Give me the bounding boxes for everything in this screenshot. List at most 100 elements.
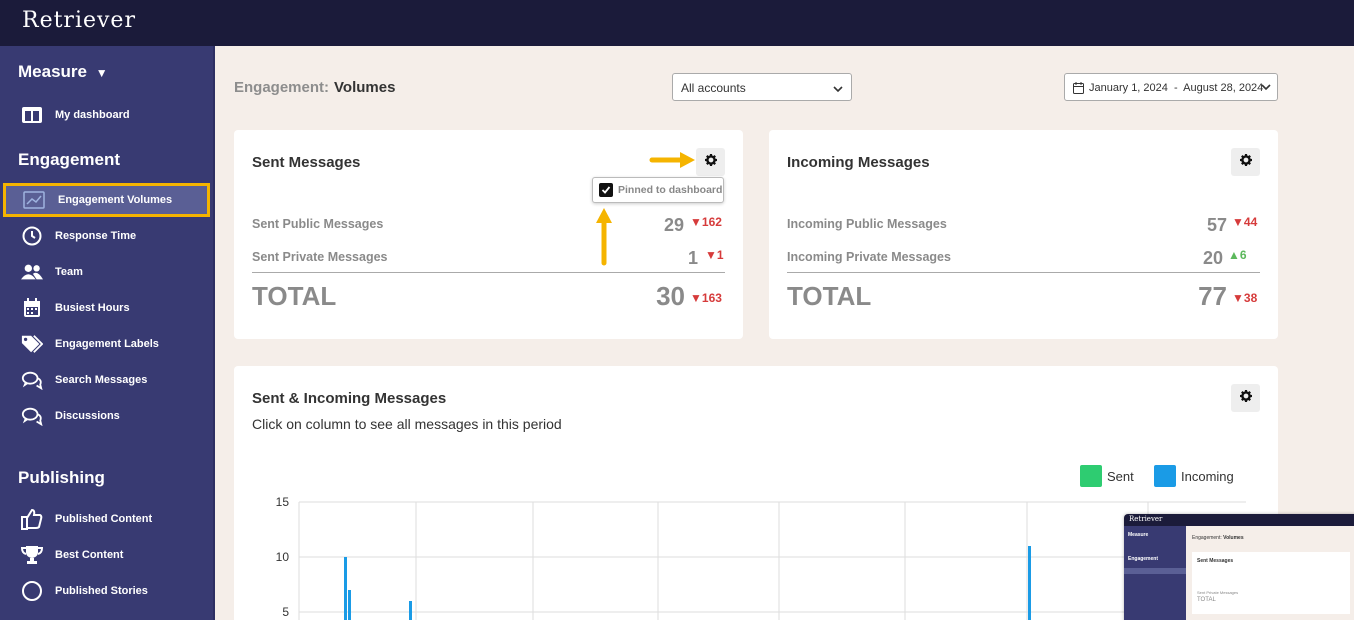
sent-public-label: Sent Public Messages xyxy=(252,217,384,231)
divider xyxy=(787,272,1260,273)
delta-value: 6 xyxy=(1239,248,1247,262)
incoming-public-value[interactable]: 57 xyxy=(1149,215,1227,236)
y-tick-label: 5 xyxy=(282,605,289,619)
thumb-sidebar: Measure Engagement xyxy=(1124,526,1186,620)
sidebar-item-best-content[interactable]: Best Content xyxy=(0,537,215,573)
triangle-down-icon: ▼ xyxy=(690,291,702,305)
sidebar-item-published-content[interactable]: Published Content xyxy=(0,501,215,537)
sent-public-delta: ▼162 xyxy=(690,215,722,229)
sidebar-item-label: My dashboard xyxy=(55,109,130,121)
chart-plot-area[interactable]: 15 10 5 xyxy=(234,486,1278,620)
page-title-main: Volumes xyxy=(334,79,396,96)
bar-incoming[interactable] xyxy=(1028,546,1031,620)
sidebar-item-published-stories[interactable]: Published Stories xyxy=(0,573,215,609)
sidebar-item-my-dashboard[interactable]: My dashboard xyxy=(0,97,215,133)
annotation-arrow-up-icon xyxy=(596,208,612,266)
incoming-card-settings-button[interactable] xyxy=(1231,148,1260,176)
incoming-total-delta: ▼38 xyxy=(1232,291,1257,305)
incoming-private-label: Incoming Private Messages xyxy=(787,250,951,264)
y-tick-label: 10 xyxy=(276,550,290,564)
chart-card-title: Sent & Incoming Messages xyxy=(252,390,447,407)
legend-incoming[interactable]: Incoming xyxy=(1154,465,1234,487)
bar-incoming[interactable] xyxy=(344,557,347,620)
pinned-checkbox[interactable] xyxy=(599,183,613,197)
circle-icon xyxy=(21,580,43,602)
calendar-icon xyxy=(1073,82,1084,97)
measure-menu[interactable]: Measure ▼ xyxy=(18,62,108,82)
gear-icon xyxy=(704,153,717,171)
incoming-total-label: TOTAL xyxy=(787,281,872,311)
sidebar-item-team[interactable]: Team xyxy=(0,254,215,290)
caret-down-icon: ▼ xyxy=(95,66,108,80)
engagement-section-heading: Engagement xyxy=(18,150,121,169)
delta-value: 162 xyxy=(701,215,722,229)
bar-incoming[interactable] xyxy=(409,601,412,620)
legend-label-incoming: Incoming xyxy=(1181,468,1234,484)
sidebar-item-label: Published Stories xyxy=(55,585,148,597)
sidebar-item-label: Published Content xyxy=(55,513,153,525)
dashboard-preview-thumbnail[interactable]: Retriever Measure Engagement Engagement:… xyxy=(1124,514,1354,620)
sent-private-value[interactable]: 1 xyxy=(614,248,698,269)
sent-card-settings-button[interactable] xyxy=(696,148,725,176)
sidebar-item-engagement-labels[interactable]: Engagement Labels xyxy=(0,326,215,362)
chart-card-subtitle: Click on column to see all messages in t… xyxy=(252,416,562,432)
chat-icon xyxy=(21,405,43,427)
delta-value: 38 xyxy=(1243,291,1258,305)
triangle-down-icon: ▼ xyxy=(1232,291,1244,305)
sent-public-value[interactable]: 29 xyxy=(614,215,684,236)
triangle-up-icon: ▲ xyxy=(1228,248,1240,262)
calendar-icon xyxy=(21,297,43,319)
page-title-prefix: Engagement: xyxy=(234,79,330,96)
divider xyxy=(252,272,725,273)
date-range-picker[interactable]: January 1, 2024 - August 28, 2024 xyxy=(1064,73,1278,101)
account-select-value: All accounts xyxy=(681,81,746,95)
delta-value: 44 xyxy=(1243,215,1258,229)
sidebar-item-label: Best Content xyxy=(55,549,124,561)
incoming-private-delta: ▲6 xyxy=(1228,248,1247,262)
check-icon xyxy=(601,186,611,194)
pinned-to-dashboard-option[interactable]: Pinned to dashboard xyxy=(592,177,724,203)
sidebar-item-label: Engagement Volumes xyxy=(58,194,173,206)
sidebar-item-response-time[interactable]: Response Time xyxy=(0,218,215,254)
bar-incoming[interactable] xyxy=(348,590,351,620)
publishing-section-heading: Publishing xyxy=(18,468,105,487)
sidebar-item-discussions[interactable]: Discussions xyxy=(0,398,215,434)
top-bar: Retriever xyxy=(0,0,1354,46)
thumb-total: TOTAL xyxy=(1197,597,1216,603)
account-select[interactable]: All accounts xyxy=(672,73,852,101)
team-icon xyxy=(21,261,43,283)
annotation-arrow-right-icon xyxy=(649,152,695,168)
tags-icon xyxy=(21,333,43,355)
dashboard-icon xyxy=(21,104,43,126)
measure-label: Measure xyxy=(18,62,87,81)
triangle-down-icon: ▼ xyxy=(1232,215,1244,229)
chart-icon xyxy=(23,189,45,211)
sidebar-item-busiest-hours[interactable]: Busiest Hours xyxy=(0,290,215,326)
sidebar-item-label: Discussions xyxy=(55,410,120,422)
date-range-text: January 1, 2024 - August 28, 2024 xyxy=(1089,82,1264,94)
sidebar: Measure ▼ My dashboard Engagement Engage… xyxy=(0,46,215,620)
retriever-logo[interactable]: Retriever xyxy=(22,8,136,33)
thumb-measure: Measure xyxy=(1128,532,1149,538)
sidebar-item-engagement-volumes[interactable]: Engagement Volumes xyxy=(3,183,210,217)
sent-total-value[interactable]: 30 xyxy=(614,281,685,312)
incoming-public-label: Incoming Public Messages xyxy=(787,217,947,231)
sent-incoming-chart-card: Sent & Incoming Messages Click on column… xyxy=(234,366,1278,620)
chart-settings-button[interactable] xyxy=(1231,384,1260,412)
clock-icon xyxy=(21,225,43,247)
sent-private-label: Sent Private Messages xyxy=(252,250,388,264)
sidebar-item-label: Busiest Hours xyxy=(55,302,130,314)
incoming-total-value[interactable]: 77 xyxy=(1149,281,1227,312)
incoming-messages-card: Incoming Messages Incoming Public Messag… xyxy=(769,130,1278,339)
pinned-label: Pinned to dashboard xyxy=(618,184,723,196)
y-tick-label: 15 xyxy=(276,495,290,509)
thumb-sent-card: Sent Messages Sent Private Messages TOTA… xyxy=(1192,552,1350,614)
legend-sent[interactable]: Sent xyxy=(1080,465,1134,487)
chevron-down-icon xyxy=(1261,82,1271,94)
sent-private-delta: ▼1 xyxy=(705,248,724,262)
sidebar-item-search-messages[interactable]: Search Messages xyxy=(0,362,215,398)
incoming-private-value[interactable]: 20 xyxy=(1149,248,1223,269)
sent-card-title: Sent Messages xyxy=(252,154,361,171)
sidebar-item-label: Team xyxy=(55,266,83,278)
incoming-public-delta: ▼44 xyxy=(1232,215,1257,229)
